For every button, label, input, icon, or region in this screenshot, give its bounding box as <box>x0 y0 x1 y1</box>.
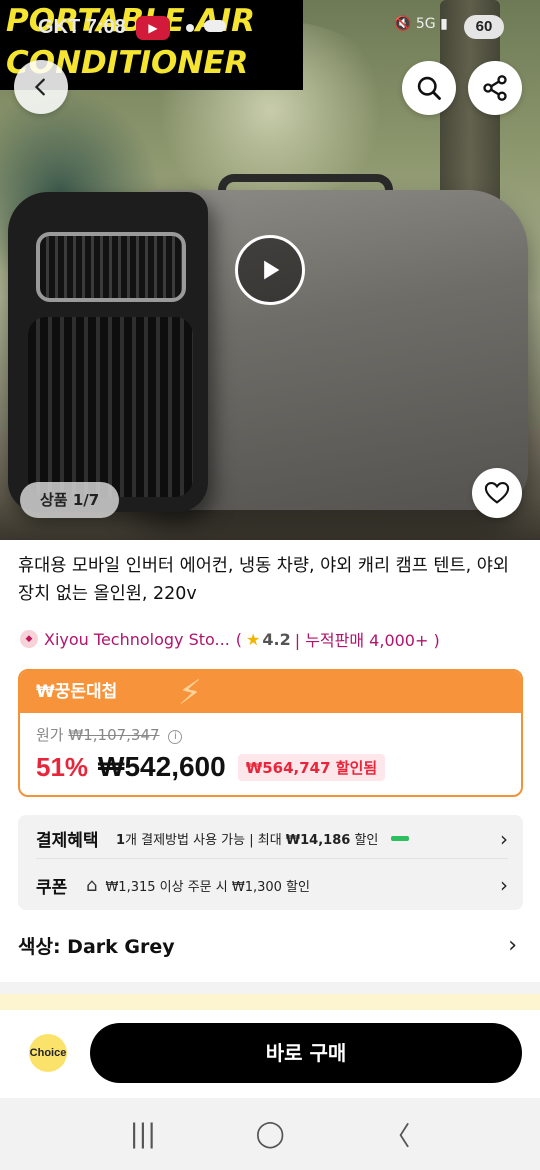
chevron-right-icon: › <box>500 873 508 897</box>
unit-front <box>8 192 208 512</box>
network-type: 5G <box>415 16 436 32</box>
search-button[interactable] <box>402 61 456 115</box>
air-conditioner-illustration <box>8 170 530 530</box>
store-logo-icon: ◆ <box>20 630 38 648</box>
payment-benefit-suffix: 할인 <box>354 833 379 848</box>
chevron-left-icon <box>34 78 45 96</box>
promo-strip <box>0 994 540 1010</box>
original-price-row: 원가 ₩1,107,347 i <box>36 724 183 745</box>
payment-max-discount: ₩14,186 <box>285 833 351 848</box>
naver-pay-icon <box>390 836 409 841</box>
payment-benefit-desc: 개 결제방법 사용 가능 | 최대 <box>125 833 282 848</box>
price-card: ₩꿍돈대첩 ⚡ 원가 ₩1,107,347 i 51% ₩542,600 ₩56… <box>18 669 523 797</box>
cloud-icon <box>204 20 226 32</box>
image-counter: 상품 1/7 <box>20 482 120 518</box>
current-price: ₩542,600 <box>98 751 226 782</box>
store-sales: | 누적판매 4,000+ ) <box>294 631 440 650</box>
payment-benefit-row[interactable]: 결제혜택 1개 결제방법 사용 가능 | 최대 ₩14,186 할인 › <box>36 819 508 859</box>
status-bar: GKT 7:08 ▶ 🔇 5G ▮ 60 <box>0 0 540 56</box>
section-divider <box>0 982 540 994</box>
star-icon: ★ <box>246 629 261 649</box>
deal-header: ₩꿍돈대첩 ⚡ <box>20 671 521 713</box>
lightning-icon: ⚡ <box>178 673 202 713</box>
notification-dot-icon <box>186 24 194 32</box>
coupon-tag-icon: ⌂ <box>86 874 98 896</box>
chevron-right-icon: › <box>508 932 517 958</box>
original-price-label: 원가 <box>36 726 64 744</box>
battery-icon: 60 <box>464 15 504 39</box>
store-name[interactable]: Xiyou Technology Sto... <box>44 630 230 649</box>
coupon-row[interactable]: 쿠폰 ⌂ ₩1,315 이상 주문 시 ₩1,300 할인 › <box>36 865 508 905</box>
status-time: GKT 7:08 <box>38 16 126 38</box>
search-icon <box>417 76 441 100</box>
benefit-box: 결제혜택 1개 결제방법 사용 가능 | 최대 ₩14,186 할인 › 쿠폰 … <box>18 815 523 910</box>
chevron-right-icon: › <box>500 826 508 851</box>
payment-method-count: 1 <box>116 833 126 848</box>
payment-benefit-label: 결제혜택 <box>36 831 99 851</box>
home-icon[interactable]: ◯ <box>256 1119 285 1149</box>
store-rating-open: ( <box>235 629 243 649</box>
choice-badge[interactable]: Choice <box>29 1034 67 1072</box>
battery-level: 60 <box>475 18 493 35</box>
payment-benefit-text: 1개 결제방법 사용 가능 | 최대 ₩14,186 할인 <box>116 829 409 848</box>
unit-side-vent <box>28 317 193 497</box>
buy-now-button[interactable]: 바로 구매 <box>90 1023 522 1083</box>
unit-top-vent <box>36 232 186 302</box>
color-option-row[interactable]: 색상: Dark Grey › <box>18 928 523 962</box>
original-price: ₩1,107,347 <box>68 726 160 744</box>
coupon-label: 쿠폰 <box>36 877 68 898</box>
saved-amount-badge: ₩564,747 할인됨 <box>237 753 386 781</box>
network-indicator: 🔇 5G ▮ <box>394 16 448 32</box>
coupon-text: ₩1,315 이상 주문 시 ₩1,300 할인 <box>105 879 310 895</box>
color-option-label: 색상: Dark Grey <box>18 935 175 958</box>
play-video-button[interactable] <box>235 235 305 305</box>
heart-icon <box>484 482 510 504</box>
info-icon[interactable]: i <box>168 730 183 744</box>
store-link[interactable]: ◆ Xiyou Technology Sto... ( ★ 4.2 | 누적판매… <box>20 626 440 652</box>
discount-percent: 51% <box>36 751 89 782</box>
signal-icon: ▮ <box>440 16 448 32</box>
current-price-row: 51% ₩542,600 ₩564,747 할인됨 <box>36 751 386 783</box>
play-icon <box>264 260 280 280</box>
share-button[interactable] <box>468 61 522 115</box>
wishlist-button[interactable] <box>472 468 522 518</box>
recent-apps-icon[interactable]: ||| <box>130 1119 156 1149</box>
youtube-icon: ▶ <box>136 16 170 40</box>
mute-icon: 🔇 <box>394 16 412 32</box>
system-nav-bar: ||| ◯ 〈 <box>0 1098 540 1170</box>
back-button[interactable] <box>14 60 68 114</box>
product-title: 휴대용 모바일 인버터 에어컨, 냉동 차량, 야외 캐리 캠프 텐트, 야외 … <box>18 556 509 604</box>
store-rating: 4.2 <box>262 629 291 649</box>
back-icon[interactable]: 〈 <box>384 1116 410 1153</box>
share-icon <box>483 75 507 101</box>
deal-title: ₩꿍돈대첩 <box>36 682 118 702</box>
